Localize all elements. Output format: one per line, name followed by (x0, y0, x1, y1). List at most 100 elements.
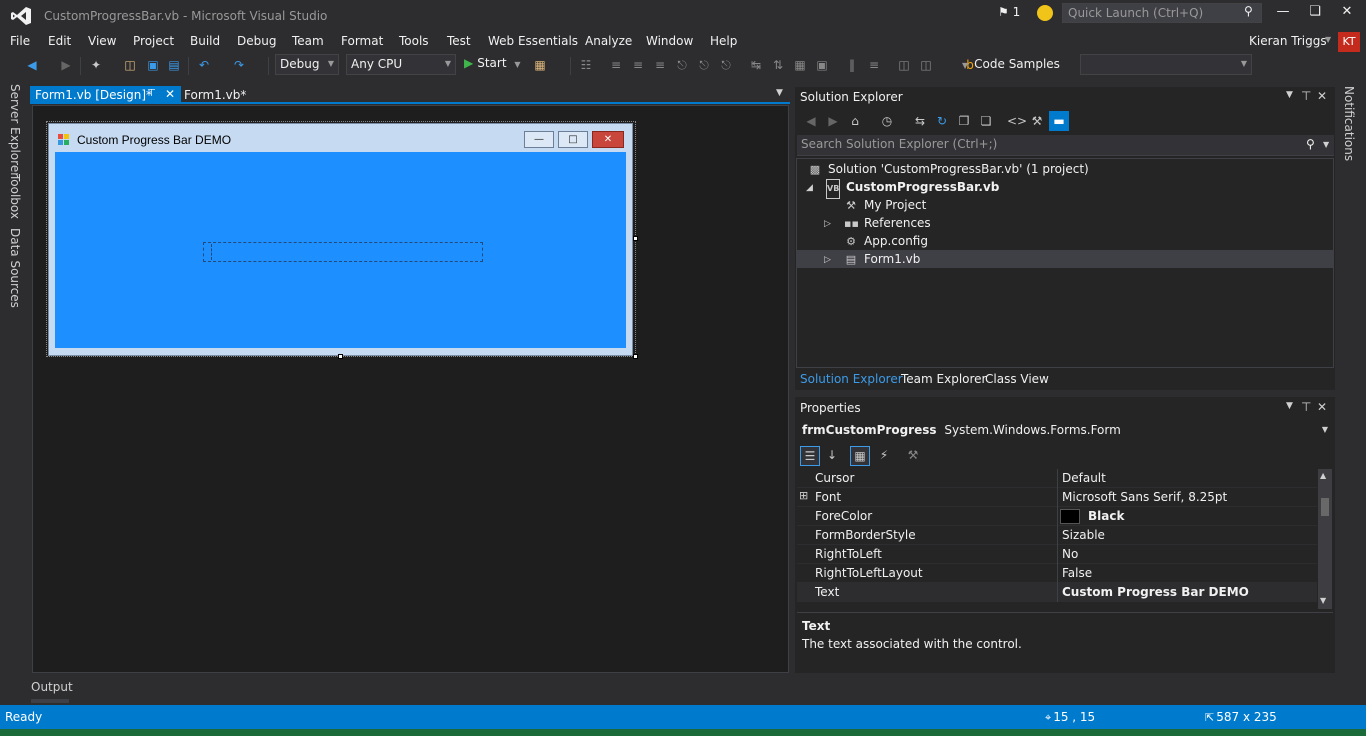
menu-file[interactable]: File (10, 34, 30, 48)
data-sources-tab[interactable]: Data Sources (8, 228, 22, 308)
menu-window[interactable]: Window (646, 34, 693, 48)
expand-plus-icon[interactable]: ⊞ (799, 489, 808, 502)
align-lefts-icon[interactable]: ≡ (608, 57, 624, 73)
pending-changes-icon[interactable]: ◷ (879, 113, 895, 129)
properties-wrench-icon[interactable]: ⚒ (1029, 113, 1045, 129)
send-to-back-icon[interactable]: ◫ (918, 57, 934, 73)
start-button[interactable]: ▶ Start ▼ (464, 56, 521, 70)
close-icon[interactable]: ✕ (165, 87, 175, 101)
chevron-down-icon[interactable]: ▼ (1323, 140, 1329, 149)
pin-icon[interactable]: ⊤ (1301, 400, 1311, 414)
open-folder-icon[interactable]: ◫ (122, 57, 138, 73)
close-button[interactable]: ✕ (1334, 4, 1360, 24)
platform-dropdown[interactable]: Any CPU ▼ (346, 54, 456, 75)
property-row-righttoleftlayout[interactable]: RightToLeftLayout False (797, 564, 1317, 583)
bring-to-front-icon[interactable]: ◫ (896, 57, 912, 73)
menu-team[interactable]: Team (292, 34, 324, 48)
align-middles-icon[interactable]: ⎋ (696, 57, 712, 73)
back-icon[interactable]: ◀ (24, 57, 40, 73)
save-all-icon[interactable]: ▤ (166, 57, 182, 73)
menu-web-essentials[interactable]: Web Essentials (488, 34, 578, 48)
expanded-arrow-icon[interactable]: ◢ (806, 183, 813, 193)
align-tops-icon[interactable]: ⎋ (674, 57, 690, 73)
chevron-down-icon[interactable]: ▼ (776, 88, 783, 98)
search-icon[interactable]: ⚲ (1306, 137, 1315, 151)
save-icon[interactable]: ▣ (145, 57, 161, 73)
menu-view[interactable]: View (88, 34, 116, 48)
code-samples-search-input[interactable]: ▼ (1080, 54, 1252, 75)
property-grid-scrollbar[interactable]: ▲ ▼ (1318, 469, 1332, 609)
custom-progress-bar-control[interactable] (203, 242, 483, 262)
menu-format[interactable]: Format (341, 34, 383, 48)
collapsed-arrow-icon[interactable]: ▷ (824, 219, 831, 229)
tree-item-form1[interactable]: ▤ Form1.vb (844, 250, 921, 268)
categorized-icon[interactable]: ☰ (800, 446, 820, 466)
alphabetical-icon[interactable]: ↓ (824, 447, 840, 463)
configuration-dropdown[interactable]: Debug ▼ (275, 54, 339, 75)
maximize-button[interactable]: ❏ (1302, 4, 1328, 24)
forward-icon[interactable]: ▶ (825, 113, 841, 129)
output-tab[interactable]: Output (31, 680, 73, 694)
collapsed-arrow-icon[interactable]: ▷ (824, 255, 831, 265)
user-dropdown-icon[interactable]: ▼ (1325, 35, 1331, 44)
notifications-tab[interactable]: Notifications (1342, 86, 1356, 161)
attach-icon[interactable]: ▦ (532, 57, 548, 73)
view-code-icon[interactable]: <> (1007, 113, 1027, 129)
pin-icon[interactable]: ⊤ (147, 88, 156, 99)
scroll-up-icon[interactable]: ▲ (1320, 471, 1326, 480)
chevron-down-icon[interactable]: ▼ (1286, 90, 1293, 100)
tab-solution-explorer[interactable]: Solution Explorer (800, 372, 903, 386)
code-samples-button[interactable]: ▼ Code Samples (962, 57, 1060, 71)
align-centers-icon[interactable]: ≡ (630, 57, 646, 73)
property-row-cursor[interactable]: Cursor Default (797, 469, 1317, 488)
tab-form1-design[interactable]: Form1.vb [Design]* ⊤ ✕ (30, 86, 181, 104)
undo-icon[interactable]: ↶ (196, 57, 212, 73)
property-value[interactable]: No (1062, 547, 1078, 561)
redo-icon[interactable]: ↷ (231, 57, 247, 73)
menu-test[interactable]: Test (447, 34, 471, 48)
tab-form1-code[interactable]: Form1.vb* (184, 88, 246, 102)
new-project-icon[interactable]: ✦ (88, 57, 104, 73)
property-value[interactable]: Custom Progress Bar DEMO (1062, 585, 1249, 599)
property-value[interactable]: False (1062, 566, 1092, 580)
property-value[interactable]: Black (1088, 509, 1124, 523)
user-name[interactable]: Kieran Triggs (1249, 34, 1327, 48)
make-same-width-icon[interactable]: ↹ (748, 57, 764, 73)
make-same-size-icon[interactable]: ▣ (814, 57, 830, 73)
scroll-down-icon[interactable]: ▼ (1320, 596, 1326, 605)
notifications-flag[interactable]: ⚑ 1 (998, 5, 1020, 19)
tree-item-references[interactable]: ▪▪ References (844, 214, 931, 232)
align-bottoms-icon[interactable]: ⎋ (718, 57, 734, 73)
show-all-files-icon[interactable]: ❏ (978, 113, 994, 129)
sync-icon[interactable]: ⇆ (912, 113, 928, 129)
align-grid-icon[interactable]: ☷ (578, 57, 594, 73)
horizontal-spacing-icon[interactable]: ‖ (844, 57, 860, 73)
property-value[interactable]: Sizable (1062, 528, 1105, 542)
size-to-grid-icon[interactable]: ▦ (792, 57, 808, 73)
tab-team-explorer[interactable]: Team Explorer (901, 372, 987, 386)
property-row-righttoleft[interactable]: RightToLeft No (797, 545, 1317, 564)
resize-handle-corner[interactable] (633, 354, 638, 359)
property-row-font[interactable]: ⊞ Font Microsoft Sans Serif, 8.25pt (797, 488, 1317, 507)
minimize-button[interactable]: — (1270, 4, 1296, 24)
menu-build[interactable]: Build (190, 34, 220, 48)
back-icon[interactable]: ◀ (803, 113, 819, 129)
events-icon[interactable]: ⚡ (876, 447, 892, 463)
menu-edit[interactable]: Edit (48, 34, 71, 48)
tree-item-my-project[interactable]: ⚒ My Project (844, 196, 926, 214)
toolbox-tab[interactable]: Toolbox (8, 174, 22, 219)
close-icon[interactable]: ✕ (1317, 89, 1327, 103)
avatar[interactable]: KT (1338, 32, 1360, 52)
refresh-icon[interactable]: ↻ (934, 113, 950, 129)
home-icon[interactable]: ⌂ (847, 113, 863, 129)
tree-item-app-config[interactable]: ⚙ App.config (844, 232, 928, 250)
collapse-all-icon[interactable]: ❐ (956, 113, 972, 129)
property-row-text[interactable]: Text Custom Progress Bar DEMO (797, 583, 1317, 602)
property-value[interactable]: Microsoft Sans Serif, 8.25pt (1062, 490, 1227, 504)
forward-icon[interactable]: ▶ (58, 57, 74, 73)
menu-project[interactable]: Project (133, 34, 174, 48)
properties-view-icon[interactable]: ▦ (850, 446, 870, 466)
menu-help[interactable]: Help (710, 34, 737, 48)
close-icon[interactable]: ✕ (1317, 400, 1327, 414)
property-row-forecolor[interactable]: ForeColor Black (797, 507, 1317, 526)
